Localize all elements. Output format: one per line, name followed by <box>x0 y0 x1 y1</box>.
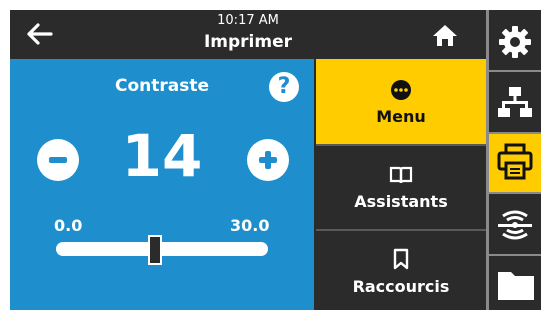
clock: 10:17 AM <box>217 13 279 28</box>
gear-icon <box>499 26 531 58</box>
wizards-button[interactable]: Assistants <box>316 146 486 229</box>
printer-icon <box>497 143 533 180</box>
page-title: Imprimer <box>203 32 293 52</box>
slider-max-label: 30.0 <box>230 216 270 235</box>
help-button[interactable]: ? <box>269 72 299 102</box>
media-sensor-icon <box>498 210 532 240</box>
sidebar-item-media[interactable] <box>489 194 541 254</box>
menu-button[interactable]: Menu <box>316 59 486 144</box>
slider-track[interactable] <box>56 242 268 256</box>
network-icon <box>498 87 532 117</box>
home-icon[interactable] <box>430 21 460 49</box>
folder-icon <box>498 272 534 300</box>
dots-menu-icon <box>391 80 411 100</box>
slider-min-label: 0.0 <box>54 216 83 235</box>
shortcuts-label: Raccourcis <box>352 277 450 296</box>
contrast-panel: Contraste ? 14 0.0 30.0 <box>10 59 314 310</box>
book-icon <box>389 166 413 184</box>
top-bar: 10:17 AM Imprimer <box>10 10 486 59</box>
sidebar-item-network[interactable] <box>489 72 541 132</box>
wizards-label: Assistants <box>354 192 448 211</box>
sidebar-item-print[interactable] <box>489 134 541 192</box>
sidebar-item-files[interactable] <box>489 256 541 310</box>
shortcuts-button[interactable]: Raccourcis <box>316 231 486 310</box>
increase-button[interactable] <box>247 139 289 181</box>
sidebar-item-settings[interactable] <box>489 10 541 70</box>
menu-label: Menu <box>376 107 426 126</box>
slider-thumb[interactable] <box>147 235 162 265</box>
bookmark-icon <box>393 248 409 270</box>
